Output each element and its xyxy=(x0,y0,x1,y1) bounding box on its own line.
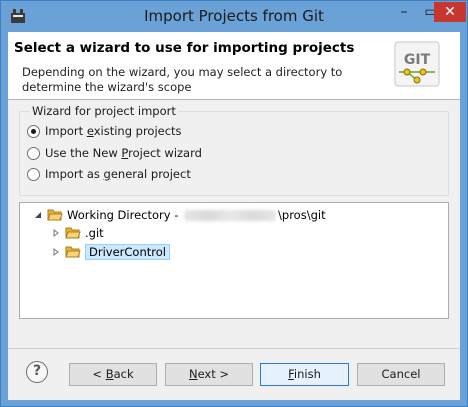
collapsed-arrow-icon[interactable] xyxy=(51,228,61,238)
tree-item-label: Working Directory - \pros\git xyxy=(67,208,326,222)
help-icon[interactable]: ? xyxy=(26,361,48,383)
radio-button[interactable] xyxy=(27,167,40,181)
radio-general-project[interactable]: Import as general project xyxy=(27,165,191,183)
collapsed-arrow-icon[interactable] xyxy=(51,247,61,257)
tree-item-working-directory[interactable]: Working Directory - \pros\git xyxy=(33,206,326,224)
redacted-path xyxy=(184,210,277,221)
wizard-header: Select a wizard to use for importing pro… xyxy=(8,32,460,100)
radio-button[interactable] xyxy=(27,124,40,138)
radio-new-project-wizard[interactable]: Use the New Project wizard xyxy=(27,144,202,162)
button-bar-separator xyxy=(8,348,460,349)
radio-label: Import existing projects xyxy=(45,124,182,138)
cancel-button[interactable]: Cancel xyxy=(357,363,445,386)
back-button[interactable]: < Back xyxy=(69,363,157,386)
tree-item-drivercontrol[interactable]: DriverControl xyxy=(51,243,170,261)
finish-button[interactable]: Finish xyxy=(260,363,349,386)
open-folder-icon xyxy=(65,227,81,239)
title-bar[interactable]: Import Projects from Git – ▭ ✕ xyxy=(1,1,467,31)
open-folder-icon xyxy=(65,246,81,258)
expanded-arrow-icon[interactable] xyxy=(33,210,43,220)
dialog-client-area: Select a wizard to use for importing pro… xyxy=(8,32,460,400)
radio-button[interactable] xyxy=(27,146,40,160)
tree-item-label: .git xyxy=(85,226,104,240)
tree-item-git[interactable]: .git xyxy=(51,224,104,242)
radio-import-existing[interactable]: Import existing projects xyxy=(27,122,182,140)
tree-item-label: DriverControl xyxy=(85,244,170,260)
dialog-window: Import Projects from Git – ▭ ✕ Select a … xyxy=(0,0,468,407)
radio-label: Use the New Project wizard xyxy=(45,146,202,160)
minimize-button[interactable]: – xyxy=(391,2,417,22)
git-logo-icon: GIT xyxy=(394,41,440,87)
directory-tree[interactable]: Working Directory - \pros\git .git Drive… xyxy=(19,202,449,319)
radio-label: Import as general project xyxy=(45,167,191,181)
git-logo-text: GIT xyxy=(404,52,431,68)
wizard-description: Depending on the wizard, you may select … xyxy=(22,65,343,94)
close-button[interactable]: ✕ xyxy=(434,2,466,22)
wizard-group-title: Wizard for project import xyxy=(30,104,178,118)
wizard-title: Select a wizard to use for importing pro… xyxy=(14,40,355,56)
open-folder-icon xyxy=(47,209,63,221)
wizard-group: Wizard for project import Import existin… xyxy=(19,104,449,196)
next-button[interactable]: Next > xyxy=(165,363,253,386)
